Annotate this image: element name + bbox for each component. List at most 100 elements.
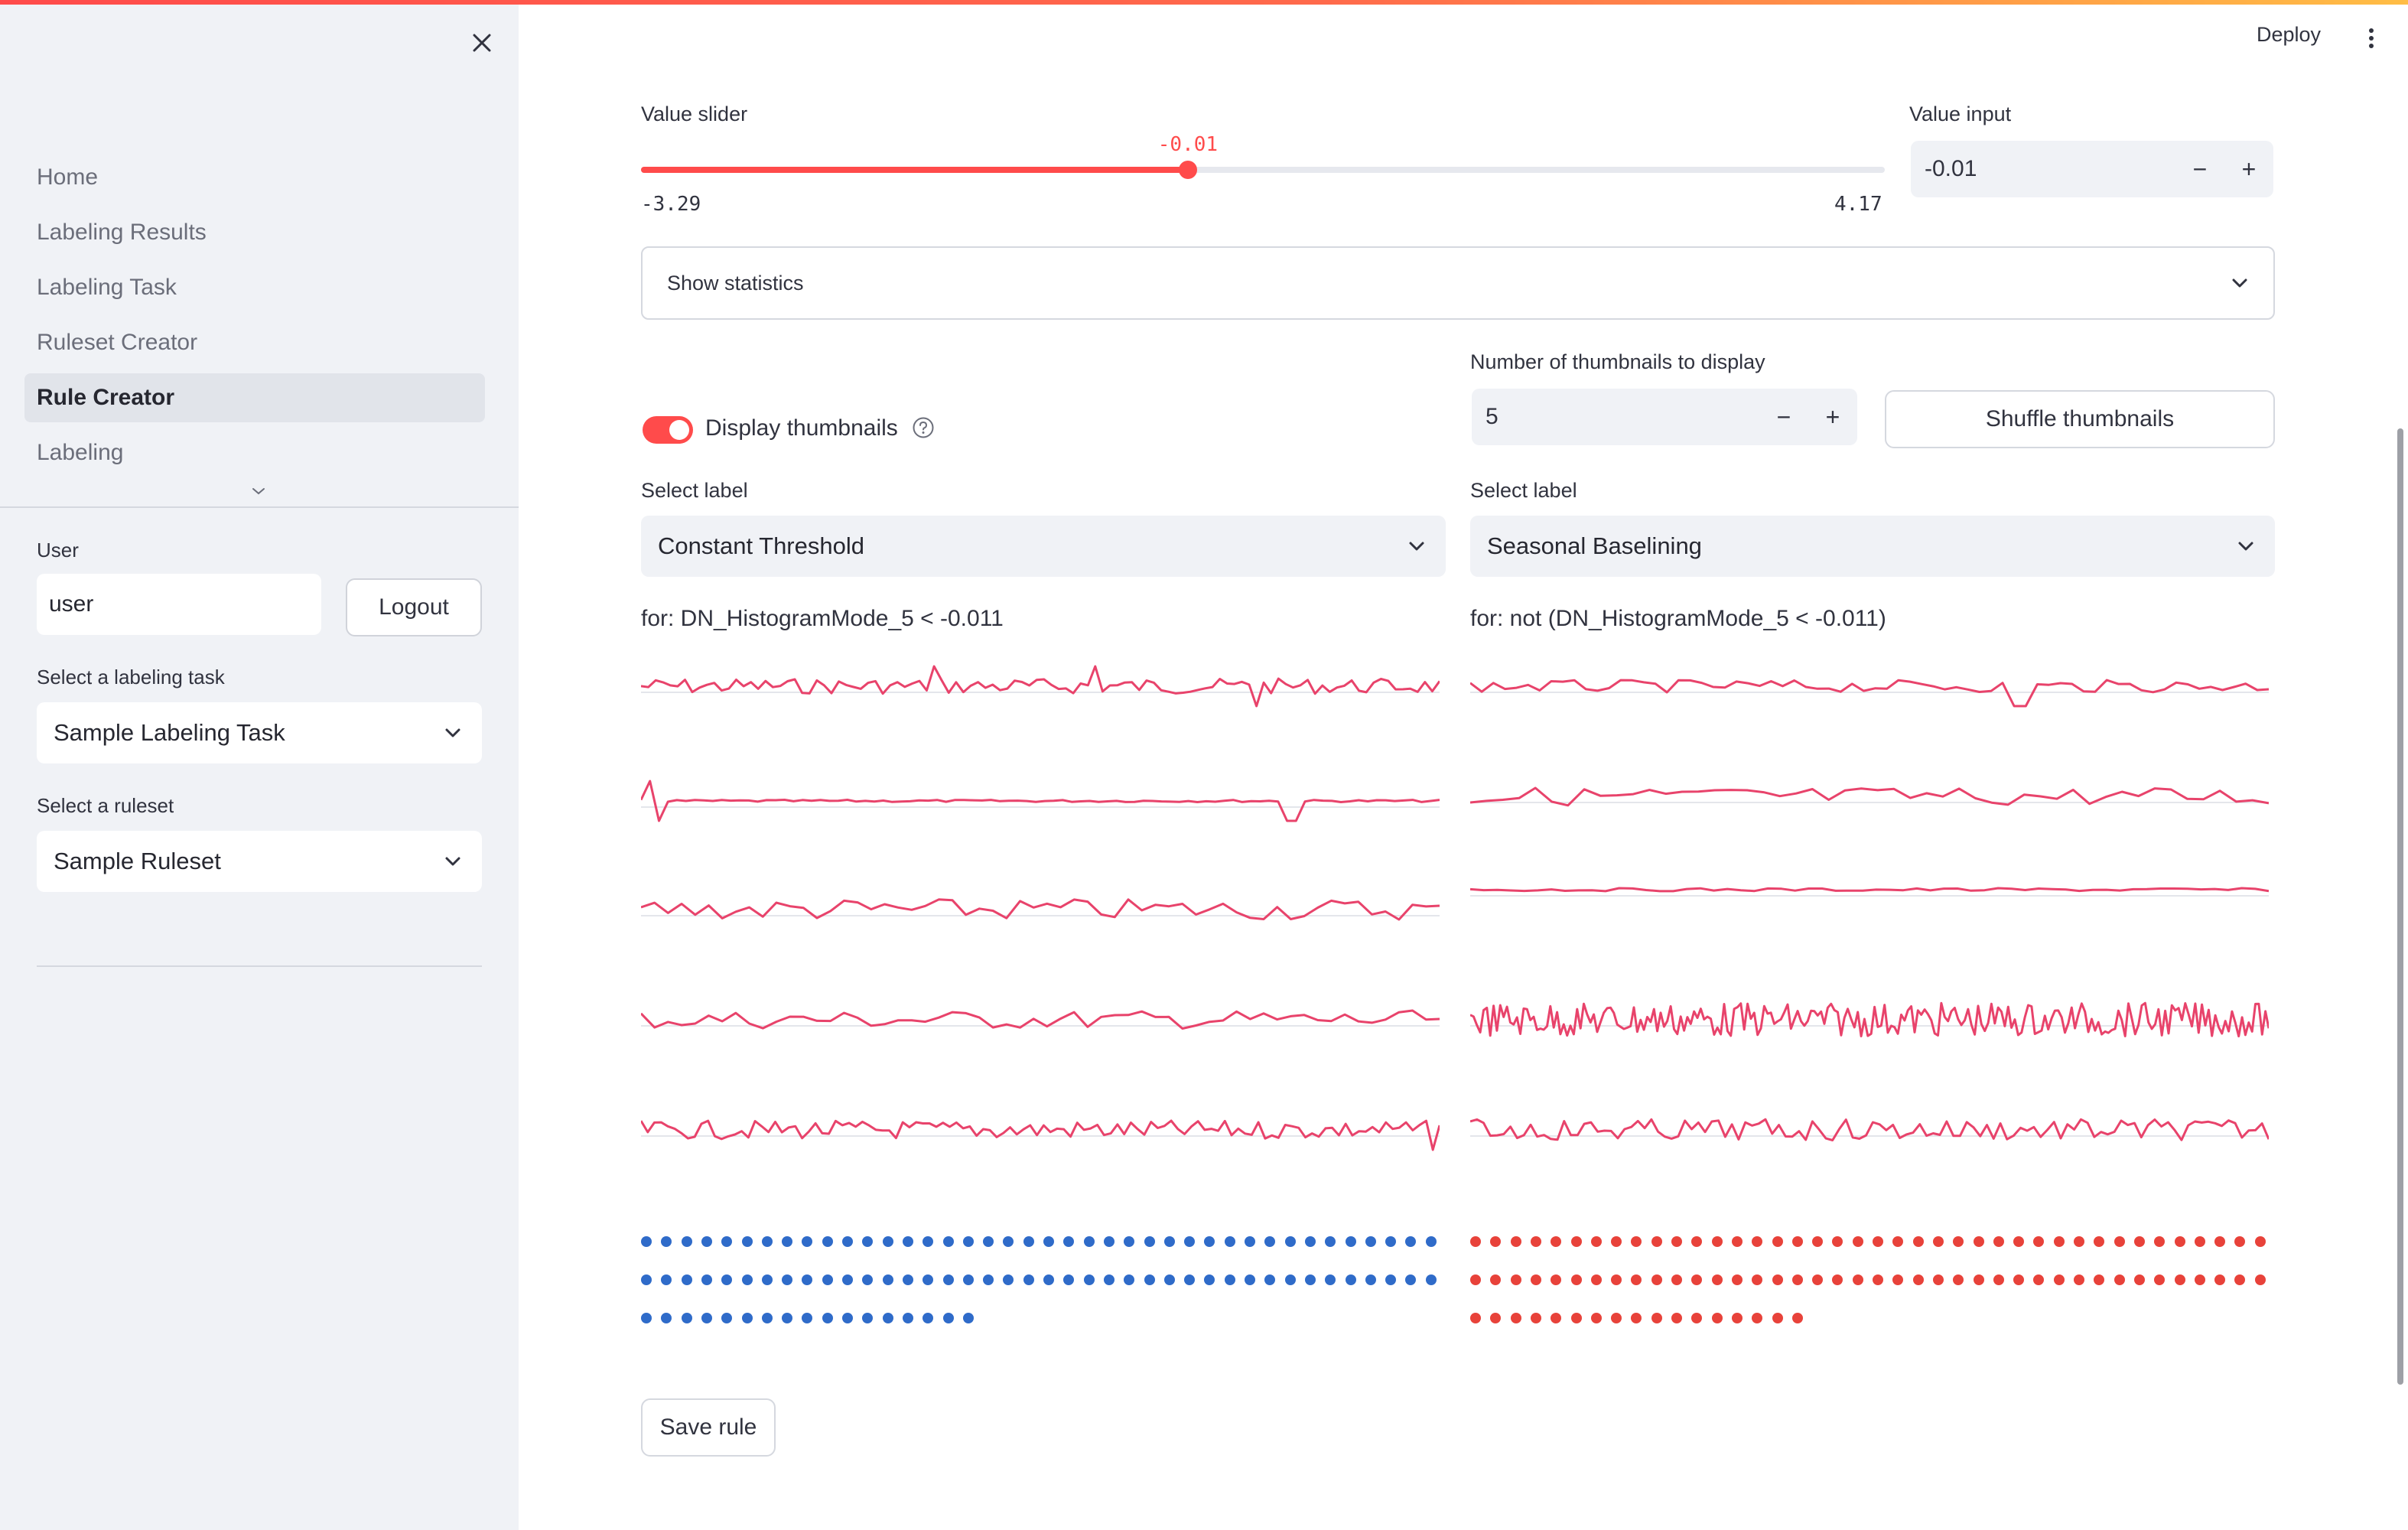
logout-button[interactable]: Logout (346, 578, 482, 636)
num-thumbnails-value[interactable]: 5 (1485, 404, 1759, 430)
chevron-down-icon (252, 488, 265, 495)
right-label-select[interactable]: Seasonal Baselining (1470, 516, 2275, 577)
sample-dot (1752, 1313, 1763, 1323)
help-icon[interactable] (912, 416, 935, 439)
slider-current-value: -0.01 (1157, 133, 1219, 156)
display-thumbnails-toggle[interactable] (643, 416, 693, 444)
sample-dot (2194, 1236, 2205, 1247)
sidebar-item-ruleset-creator[interactable]: Ruleset Creator (24, 318, 485, 367)
thumbnail-chart (1470, 786, 2269, 807)
sample-dot (2114, 1236, 2125, 1247)
sample-dot (2114, 1274, 2125, 1285)
sample-dot (882, 1274, 893, 1285)
sample-dot (1405, 1274, 1417, 1285)
sample-dot (721, 1274, 733, 1285)
sample-dot (2234, 1236, 2246, 1247)
sample-dot (1470, 1274, 1481, 1285)
sample-dot (1812, 1236, 1824, 1247)
left-label-select[interactable]: Constant Threshold (641, 516, 1446, 577)
sample-dot (1691, 1313, 1703, 1323)
more-vertical-icon (2369, 28, 2374, 48)
show-statistics-expander[interactable]: Show statistics (641, 246, 2275, 320)
task-select[interactable]: Sample Labeling Task (37, 702, 482, 763)
sample-dot (1832, 1274, 1843, 1285)
ruleset-select[interactable]: Sample Ruleset (37, 831, 482, 892)
sample-dot (661, 1274, 672, 1285)
sample-dot (721, 1313, 733, 1323)
sidebar-divider (0, 506, 519, 508)
sample-dot (1590, 1313, 1602, 1323)
value-increment-button[interactable]: + (2224, 141, 2273, 197)
user-field[interactable]: user (37, 574, 321, 635)
sample-dot (2133, 1236, 2145, 1247)
num-thumbnails-input[interactable]: 5 − + (1472, 389, 1857, 445)
shuffle-thumbnails-button[interactable]: Shuffle thumbnails (1885, 390, 2275, 448)
value-input[interactable]: -0.01 − + (1911, 141, 2273, 197)
sample-dot (842, 1236, 853, 1247)
sidebar-item-labeling-results[interactable]: Labeling Results (24, 208, 485, 257)
sample-dot (1325, 1236, 1336, 1247)
sample-dot (1731, 1236, 1743, 1247)
sample-dot (1731, 1313, 1743, 1323)
sample-dot (942, 1236, 954, 1247)
sample-dot (2174, 1274, 2185, 1285)
sample-dot (1731, 1274, 1743, 1285)
sample-dot (1530, 1274, 1541, 1285)
sample-dot (1163, 1274, 1175, 1285)
sample-dot (902, 1274, 913, 1285)
question-circle-icon (913, 417, 934, 438)
num-thumbnails-decrement-button[interactable]: − (1759, 389, 1808, 445)
sample-dot (902, 1313, 913, 1323)
sample-dot (1671, 1313, 1682, 1323)
sample-dot (1284, 1236, 1296, 1247)
sample-dot (2013, 1274, 2025, 1285)
sidebar-item-rule-creator[interactable]: Rule Creator (24, 373, 485, 422)
left-label-select-value: Constant Threshold (658, 532, 864, 559)
sample-dot (1873, 1236, 1883, 1247)
sample-dot (1204, 1236, 1215, 1247)
sample-dot (741, 1274, 753, 1285)
sidebar-nav: Home Labeling Results Labeling Task Rule… (24, 153, 485, 505)
sample-dot (681, 1236, 692, 1247)
right-select-label: Select label (1470, 479, 1577, 502)
sample-dot (1224, 1236, 1235, 1247)
nav-expand-button[interactable] (246, 482, 271, 500)
deploy-button[interactable]: Deploy (2257, 23, 2321, 47)
value-input-value[interactable]: -0.01 (1925, 156, 2175, 182)
sample-dot (962, 1313, 974, 1323)
num-thumbnails-increment-button[interactable]: + (1808, 389, 1857, 445)
sidebar-item-labeling-task[interactable]: Labeling Task (24, 263, 485, 312)
sample-dot (2094, 1274, 2105, 1285)
sidebar-item-home[interactable]: Home (24, 153, 485, 202)
left-rule-condition: for: DN_HistogramMode_5 < -0.011 (641, 606, 1004, 631)
sample-dot (1003, 1274, 1014, 1285)
value-slider[interactable] (641, 161, 1885, 179)
sample-dot (862, 1236, 874, 1247)
sidebar-item-labeling[interactable]: Labeling (24, 428, 485, 477)
sample-dot (1611, 1274, 1622, 1285)
scrollbar[interactable] (2397, 428, 2403, 1385)
slider-handle[interactable] (1178, 161, 1197, 179)
sample-dot (1365, 1236, 1376, 1247)
sample-dot (1772, 1313, 1783, 1323)
sample-dot (2254, 1236, 2266, 1247)
sample-dot (1490, 1313, 1502, 1323)
sample-dot (1425, 1236, 1437, 1247)
sample-dot (1691, 1274, 1703, 1285)
sample-dot (1103, 1274, 1115, 1285)
sample-dot (1631, 1236, 1642, 1247)
close-sidebar-button[interactable] (465, 26, 499, 60)
main-menu-button[interactable] (2359, 23, 2384, 54)
sample-dot (1510, 1313, 1521, 1323)
sidebar: Home Labeling Results Labeling Task Rule… (0, 0, 519, 1530)
value-decrement-button[interactable]: − (2175, 141, 2224, 197)
sample-dot (2053, 1236, 2065, 1247)
sample-dot (1631, 1274, 1642, 1285)
save-rule-button[interactable]: Save rule (641, 1398, 776, 1457)
right-label-select-value: Seasonal Baselining (1487, 532, 1702, 559)
left-sample-dots (641, 1236, 1446, 1362)
sample-dot (1752, 1236, 1763, 1247)
sample-dot (1711, 1236, 1723, 1247)
close-icon (473, 34, 491, 52)
sample-dot (1245, 1274, 1255, 1285)
